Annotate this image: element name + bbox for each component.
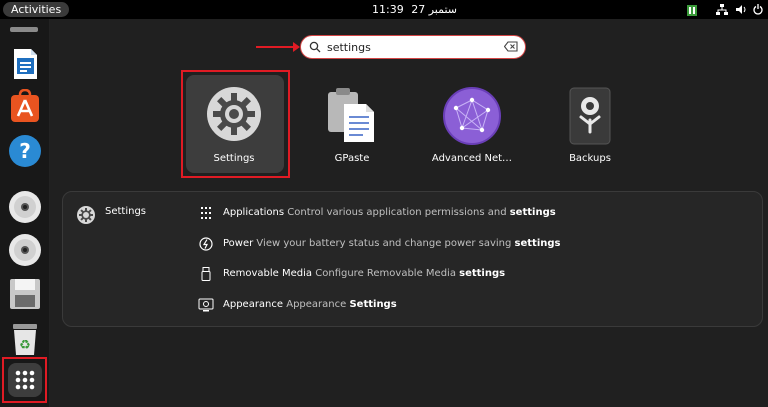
activities-button[interactable]: Activities — [3, 2, 70, 17]
backup-icon — [569, 87, 611, 145]
app-tile-gpaste[interactable]: GPaste — [300, 72, 404, 176]
app-label: Advanced Net… — [431, 153, 513, 164]
result-title: Appearance — [223, 299, 284, 310]
result-keyword: Settings — [349, 299, 397, 310]
app-tile-settings[interactable]: Settings — [181, 70, 290, 178]
disc-icon[interactable] — [7, 232, 43, 268]
clipboard-icon — [328, 88, 374, 142]
result-title: Removable Media — [223, 268, 313, 279]
clock[interactable]: 11:39 27 ستمبر — [372, 2, 461, 17]
app-label: GPaste — [334, 153, 370, 164]
result-keyword: settings — [509, 207, 556, 218]
search-box[interactable] — [300, 35, 526, 59]
top-bar: Activities 11:39 27 ستمبر — [0, 0, 768, 19]
dock-app-partial[interactable] — [10, 27, 38, 32]
power-icon[interactable] — [752, 2, 764, 17]
svg-text:♻: ♻ — [19, 338, 31, 353]
search-input[interactable] — [327, 39, 497, 55]
appearance-icon — [198, 298, 214, 312]
app-store-icon[interactable] — [7, 89, 43, 125]
disc-icon[interactable] — [7, 189, 43, 225]
result-title: Power — [223, 238, 254, 249]
result-provider-label[interactable]: Settings — [105, 206, 146, 217]
volume-icon[interactable] — [735, 2, 747, 17]
result-keyword: settings — [514, 238, 561, 249]
floppy-disk-icon[interactable] — [7, 276, 43, 312]
help-icon[interactable]: ? — [7, 133, 43, 169]
network-icon[interactable] — [716, 2, 728, 17]
power-icon — [199, 237, 213, 251]
clock-time: 11:39 — [372, 3, 404, 16]
libreoffice-writer-icon[interactable] — [7, 46, 43, 82]
app-label: Settings — [213, 153, 255, 164]
result-description: Configure Removable Media — [315, 268, 456, 279]
app-label: Backups — [569, 153, 611, 164]
result-description: Control various application permissions … — [287, 207, 507, 218]
result-title: Applications — [223, 207, 285, 218]
result-description: Appearance — [286, 299, 347, 310]
grid-icon — [201, 207, 211, 219]
result-keyword: settings — [459, 268, 506, 279]
svg-text:?: ? — [19, 139, 31, 163]
network-icon — [443, 87, 501, 145]
trash-icon[interactable]: ♻ — [7, 321, 43, 357]
settings-gear-icon — [207, 87, 261, 141]
bin-icon[interactable] — [686, 2, 698, 17]
result-description: View your battery status and change powe… — [256, 238, 512, 249]
dock: ? ♻ — [0, 19, 50, 407]
usb-icon — [201, 267, 211, 281]
settings-gear-icon[interactable] — [76, 205, 96, 225]
app-tile-backups[interactable]: Backups — [538, 72, 642, 176]
clock-date: 27 ستمبر — [411, 3, 457, 16]
app-tile-advanced-network[interactable]: Advanced Net… — [420, 72, 524, 176]
clear-icon[interactable] — [504, 41, 518, 52]
search-icon — [309, 41, 321, 53]
app-grid-icon — [15, 370, 35, 390]
show-applications-button[interactable] — [2, 357, 47, 403]
annotation-arrow — [256, 42, 300, 52]
